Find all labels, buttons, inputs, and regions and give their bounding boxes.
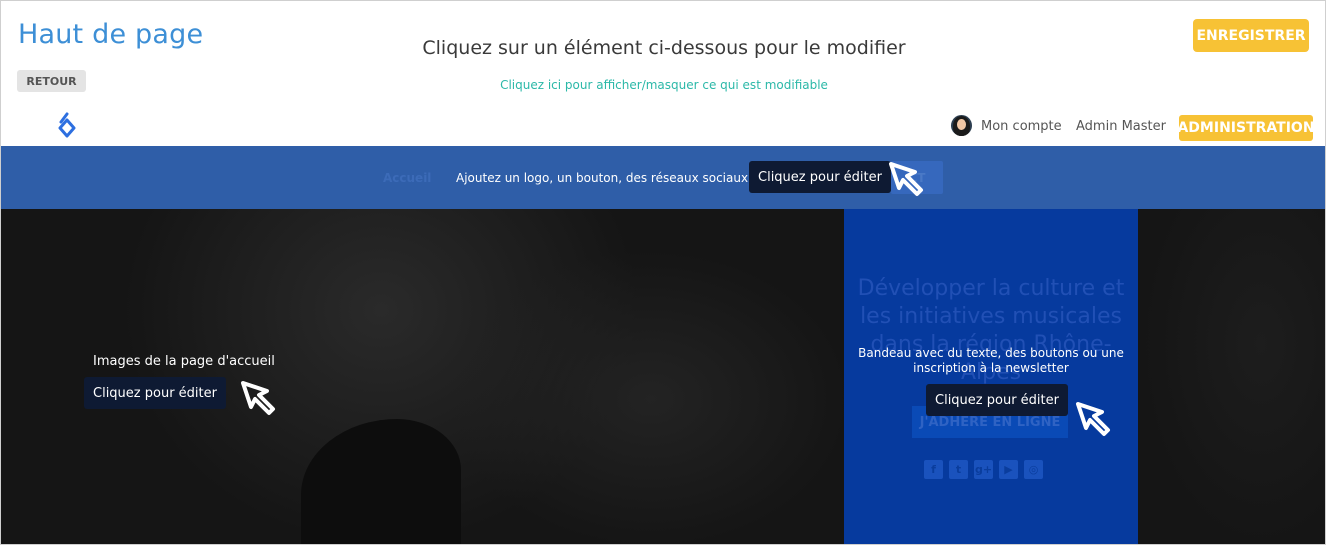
- site-logo-icon[interactable]: [54, 112, 80, 140]
- nav-item-home[interactable]: Accueil: [383, 171, 431, 185]
- hero-edit-hint: Images de la page d'accueil: [93, 354, 275, 369]
- user-name: Admin Master: [1076, 119, 1166, 134]
- nav-edit-button[interactable]: Cliquez pour éditer: [749, 161, 891, 193]
- google-plus-icon[interactable]: g+: [974, 460, 993, 479]
- cursor-arrow-icon: [1076, 402, 1110, 436]
- avatar[interactable]: [951, 115, 972, 136]
- page-editor: Haut de page RETOUR Cliquez sur un éléme…: [0, 0, 1326, 545]
- hero-section[interactable]: Images de la page d'accueil Cliquez pour…: [1, 209, 1325, 544]
- nav-band[interactable]: Accueil Ajoutez un logo, un bouton, des …: [1, 146, 1325, 209]
- hero-edit-button[interactable]: Cliquez pour éditer: [84, 377, 226, 409]
- youtube-icon[interactable]: ▶: [999, 460, 1018, 479]
- administration-button[interactable]: ADMINISTRATION: [1177, 115, 1315, 141]
- banner-edit-button[interactable]: Cliquez pour éditer: [926, 384, 1068, 416]
- banner-edit-hint: Bandeau avec du texte, des boutons ou un…: [858, 346, 1124, 375]
- instagram-icon[interactable]: ◎: [1024, 460, 1043, 479]
- banner-panel[interactable]: Développer la culture et les initiatives…: [844, 209, 1138, 544]
- account-link[interactable]: Mon compte: [981, 119, 1062, 134]
- nav-edit-hint: Ajoutez un logo, un bouton, des réseaux …: [456, 171, 749, 185]
- cursor-arrow-icon: [241, 381, 275, 415]
- save-button[interactable]: ENREGISTRER: [1193, 19, 1309, 52]
- twitter-icon[interactable]: t: [949, 460, 968, 479]
- cursor-arrow-icon: [889, 162, 923, 196]
- toggle-editable-link[interactable]: Cliquez ici pour afficher/masquer ce qui…: [1, 78, 1325, 92]
- facebook-icon[interactable]: f: [924, 460, 943, 479]
- edit-instruction: Cliquez sur un élément ci-dessous pour l…: [422, 37, 906, 59]
- social-links: f t g+ ▶ ◎: [924, 460, 1043, 479]
